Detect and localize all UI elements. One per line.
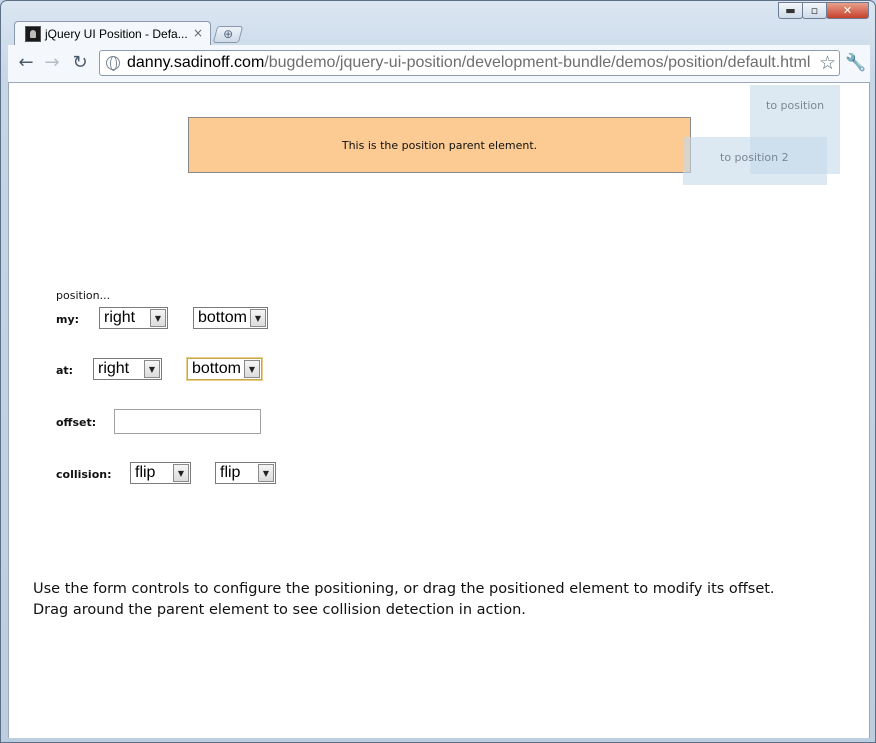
url-host: danny.sadinoff.com — [127, 54, 265, 71]
at-label: at: — [56, 364, 74, 377]
at-horizontal-select[interactable]: right ▼ — [93, 358, 162, 380]
browser-window: ▬ ▫ ✕ jQuery UI Position - Defa... × ⊕ ←… — [0, 0, 876, 743]
positionable-element-2[interactable]: to position 2 — [683, 137, 827, 185]
reload-button[interactable]: ↻ — [70, 53, 90, 73]
chevron-down-icon: ▼ — [150, 309, 166, 327]
position-parent-element[interactable]: This is the position parent element. — [188, 117, 691, 173]
tab-title: jQuery UI Position - Defa... — [45, 27, 188, 41]
at-horizontal-value: right — [98, 360, 130, 377]
address-bar[interactable]: danny.sadinoff.com/bugdemo/jquery-ui-pos… — [99, 50, 840, 76]
maximize-button[interactable]: ▫ — [802, 2, 827, 19]
window-controls: ▬ ▫ ✕ — [778, 2, 869, 19]
at-vertical-select[interactable]: bottom ▼ — [187, 358, 262, 380]
offset-label: offset: — [56, 416, 97, 429]
globe-icon — [106, 56, 120, 71]
at-vertical-value: bottom — [192, 360, 241, 377]
collision-vertical-value: flip — [220, 464, 241, 481]
url-path: /bugdemo/jquery-ui-position/development-… — [264, 54, 811, 71]
my-vertical-select[interactable]: bottom ▼ — [193, 307, 268, 329]
demo-description: Use the form controls to configure the p… — [33, 579, 853, 621]
my-vertical-value: bottom — [198, 309, 247, 326]
my-horizontal-select[interactable]: right ▼ — [99, 307, 168, 329]
close-window-button[interactable]: ✕ — [826, 2, 869, 19]
form-heading: position... — [56, 289, 111, 302]
forward-button[interactable]: → — [42, 53, 62, 73]
description-line-2: Drag around the parent element to see co… — [33, 602, 526, 618]
bookmark-star-icon[interactable]: ☆ — [819, 52, 836, 74]
chevron-down-icon: ▼ — [250, 309, 266, 327]
my-label: my: — [56, 313, 80, 326]
new-tab-icon: ⊕ — [223, 27, 234, 41]
chevron-down-icon: ▼ — [258, 464, 274, 482]
tab-jquery-ui-position[interactable]: jQuery UI Position - Defa... × — [14, 21, 211, 46]
collision-label: collision: — [56, 468, 112, 481]
browser-toolbar: ← → ↻ danny.sadinoff.com/bugdemo/jquery-… — [8, 45, 870, 83]
collision-horizontal-value: flip — [135, 464, 156, 481]
description-line-1: Use the form controls to configure the p… — [33, 581, 775, 597]
back-button[interactable]: ← — [16, 53, 36, 73]
favicon-icon — [25, 26, 41, 42]
chevron-down-icon: ▼ — [173, 464, 189, 482]
page-viewport: This is the position parent element. to … — [8, 83, 870, 738]
my-horizontal-value: right — [104, 309, 136, 326]
offset-input[interactable] — [114, 409, 261, 434]
parent-text: This is the position parent element. — [341, 138, 538, 152]
url-text: danny.sadinoff.com/bugdemo/jquery-ui-pos… — [127, 54, 810, 72]
chevron-down-icon: ▼ — [244, 360, 260, 378]
collision-horizontal-select[interactable]: flip ▼ — [130, 462, 191, 484]
tab-close-icon[interactable]: × — [193, 26, 203, 40]
collision-vertical-select[interactable]: flip ▼ — [215, 462, 276, 484]
chevron-down-icon: ▼ — [144, 360, 160, 378]
wrench-icon[interactable]: 🔧 — [845, 53, 866, 73]
new-tab-button[interactable]: ⊕ — [212, 26, 244, 43]
minimize-button[interactable]: ▬ — [778, 2, 803, 19]
